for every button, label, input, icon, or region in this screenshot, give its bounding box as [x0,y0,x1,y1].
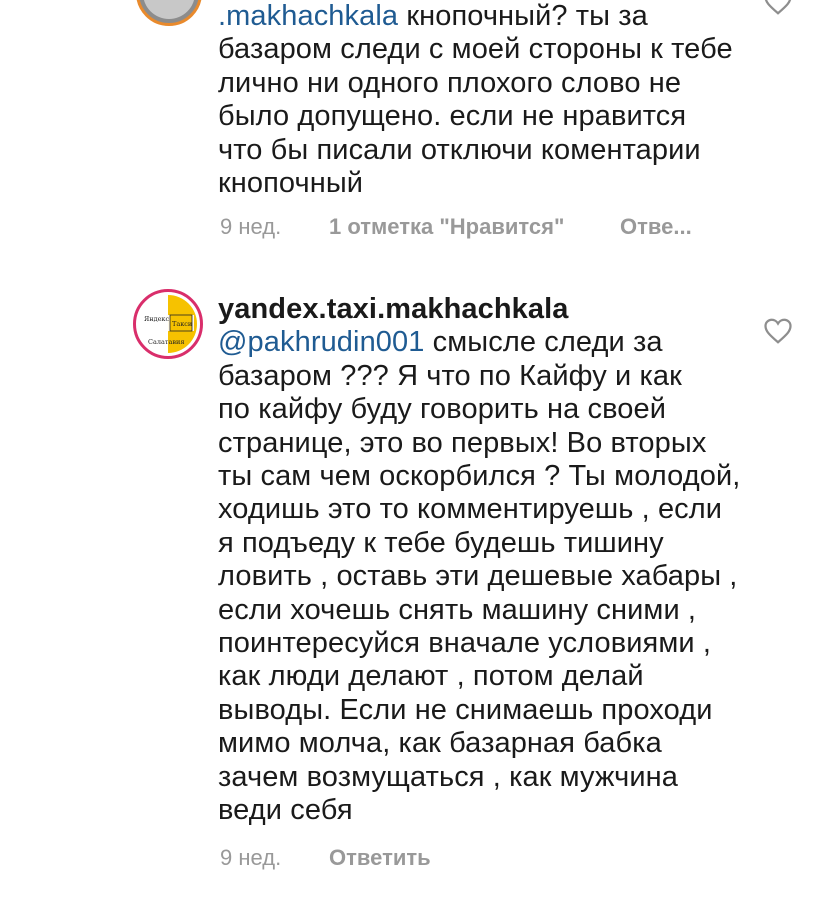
comment-line: базаром следи с моей стороны к тебе [218,33,733,66]
logo-text-yandex: Яндекс [144,315,169,323]
comment-line: я подъеду к тебе будешь тишину [218,526,664,559]
comment-line: .makhachkala кнопочный? ты за [218,0,818,33]
logo-text-taxi: Такси [172,320,192,328]
comment-line: веди себя [218,794,353,827]
comment-line: что бы писали отключи коментарии [218,133,701,166]
logo-text-salatavia: Салатавия [148,338,184,346]
mention-link[interactable]: @pakhrudin001 [218,326,425,358]
comment-line: как люди делают , потом делай [218,660,644,693]
comment-line: ловить , оставь эти дешевые хабары , [218,560,738,593]
reply-button[interactable]: Отве... [620,214,692,240]
yandex-taxi-logo-icon: Яндекс Такси Салатавия [139,295,197,353]
comment-text: .makhachkala кнопочный? ты за базаром сл… [218,0,818,200]
comment-line: лично ни одного плохого слово не [218,66,682,99]
comment-line: ты сам чем оскорбился ? Ты молодой, [218,460,741,493]
comment-line: базаром ??? Я что по Кайфу и как [218,359,682,392]
comment-line: ходишь это то комментируешь , если [218,493,723,526]
comment-line: выводы. Если не снимаешь проходи [218,693,713,726]
reply-button[interactable]: Ответить [329,845,431,871]
timestamp: 9 нед. [220,214,282,239]
comment-line: кнопочный [218,167,364,200]
avatar[interactable]: Яндекс Такси Салатавия [133,289,203,359]
username-link[interactable]: yandex.taxi.makhachkala [218,293,818,326]
comment-line: если хочешь снять машину сними , [218,593,697,626]
comment-text: yandex.taxi.makhachkala @pakhrudin001 см… [218,293,818,828]
comment-line: поинтересуйся вначале условиями , [218,627,712,660]
comment-line: по кайфу буду говорить на своей [218,393,667,426]
avatar[interactable] [136,0,202,26]
username-link[interactable]: .makhachkala [218,0,398,32]
comment-line-text: смысле следи за [432,326,663,359]
comment-line-text: кнопочный? ты за [406,0,648,32]
comment-line: мимо молча, как базарная бабка [218,727,662,760]
comment-line: странице, это во первых! Во вторых [218,426,707,459]
comment-line: было допущено. если не нравится [218,100,687,133]
likes-count[interactable]: 1 отметка "Нравится" [329,214,564,240]
comment-line: зачем возмущаться , как мужчина [218,760,678,793]
comment-line: @pakhrudin001 смысле следи за [218,326,818,359]
timestamp: 9 нед. [220,845,282,870]
